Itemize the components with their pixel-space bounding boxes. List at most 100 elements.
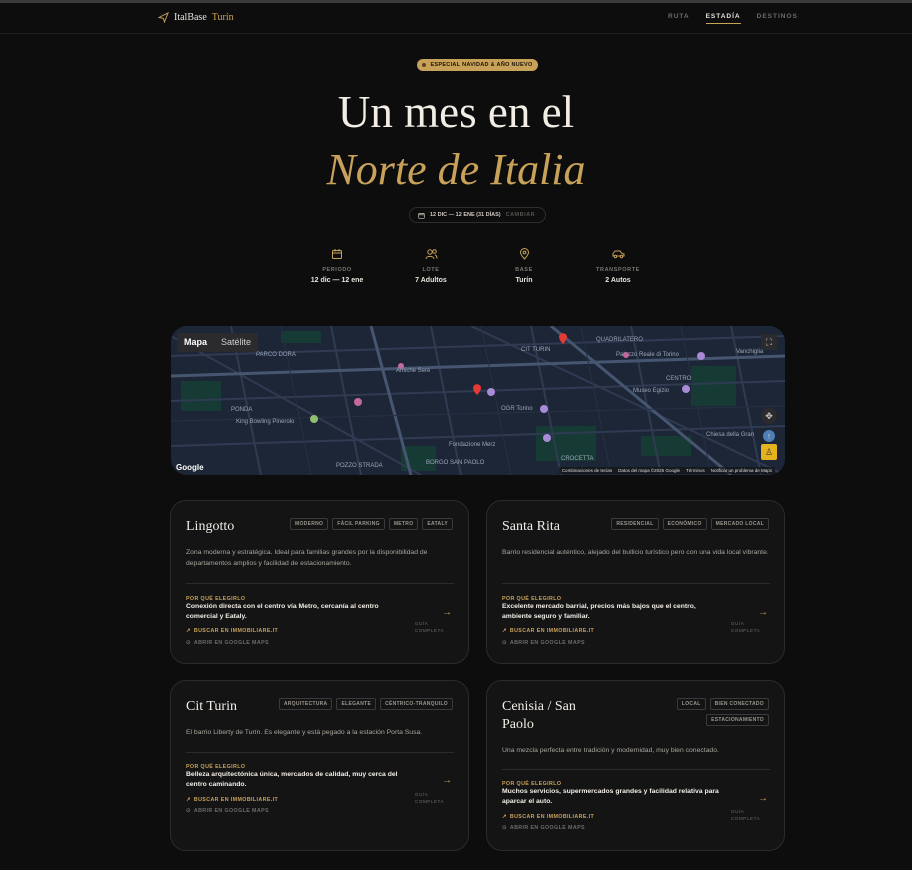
tag: LOCAL: [676, 698, 706, 710]
map-type-satellite[interactable]: Satélite: [214, 333, 258, 352]
tag: METRO: [388, 518, 419, 530]
date-range-text: 12 DIC — 12 ENE (31 DÍAS): [430, 212, 501, 218]
card-description: Una mezcla perfecta entre tradición y mo…: [502, 747, 719, 754]
neighborhood-card-santa-rita[interactable]: Santa Rita RESIDENCIAL ECONÓMICO MERCADO…: [486, 500, 785, 664]
open-google-maps-link[interactable]: ⊙ ABRIR EN GOOGLE MAPS: [186, 808, 269, 814]
svg-text:King Bowling Pinerolo: King Bowling Pinerolo: [236, 419, 295, 425]
link-label: BUSCAR EN IMMOBILIARE.IT: [509, 814, 595, 820]
car-icon: [612, 250, 624, 259]
card-tags: RESIDENCIAL ECONÓMICO MERCADO LOCAL: [599, 518, 769, 530]
link-label: ABRIR EN GOOGLE MAPS: [509, 640, 585, 646]
keyboard-shortcuts-link[interactable]: Combinaciones de teclas: [562, 468, 612, 473]
brand-name: ItalBase: [174, 12, 207, 23]
stat-base: BASE Turín: [484, 248, 564, 284]
svg-text:PONDA: PONDA: [231, 407, 252, 413]
tag: EATALY: [422, 518, 453, 530]
arrow-right-icon[interactable]: →: [758, 793, 768, 804]
stat-transporte: TRANSPORTE 2 Autos: [578, 248, 658, 284]
card-divider: [502, 769, 770, 770]
full-guide-link[interactable]: GUÍA COMPLETA: [415, 791, 455, 805]
report-problem-link[interactable]: Notificar un problema de Maps: [711, 468, 772, 473]
card-title: Cenisia / San Paolo: [502, 699, 576, 732]
stat-value: 12 dic — 12 ene: [310, 277, 364, 284]
open-google-maps-link[interactable]: ⊙ ABRIR EN GOOGLE MAPS: [502, 825, 585, 831]
neighborhood-card-cenisia-san-paolo[interactable]: Cenisia / San Paolo LOCAL BIEN CONECTADO…: [486, 680, 785, 851]
date-range-pill[interactable]: 12 DIC — 12 ENE (31 DÍAS) CAMBIAR: [409, 207, 546, 223]
stat-value: Turín: [515, 277, 533, 284]
tag: BIEN CONECTADO: [709, 698, 769, 710]
card-tags: ARQUITECTURA ELEGANTE CÉNTRICO-TRANQUILO: [263, 698, 453, 710]
svg-text:CROCETTA: CROCETTA: [561, 456, 594, 462]
pin-icon: ⊙: [186, 640, 191, 646]
tag: ECONÓMICO: [662, 518, 707, 530]
neighborhood-card-cit-turin[interactable]: Cit Turin ARQUITECTURA ELEGANTE CÉNTRICO…: [170, 680, 469, 851]
fullscreen-icon[interactable]: ⛶: [761, 334, 777, 350]
map-attribution: Combinaciones de teclas Datos del mapa ©…: [558, 467, 775, 474]
open-google-maps-link[interactable]: ⊙ ABRIR EN GOOGLE MAPS: [186, 640, 269, 646]
card-divider: [186, 583, 454, 584]
tag: ESTACIONAMIENTO: [706, 714, 769, 726]
badge-text: ESPECIAL NAVIDAD & AÑO NUEVO: [430, 62, 533, 68]
nav-link-destinos[interactable]: DESTINOS: [757, 13, 798, 24]
why-text: Conexión directa con el centro vía Metro…: [186, 603, 379, 620]
top-nav: ItalBase Turín RUTA ESTADÍA DESTINOS: [0, 3, 912, 34]
link-label: BUSCAR EN IMMOBILIARE.IT: [193, 628, 279, 634]
stat-value: 2 Autos: [605, 277, 631, 284]
why-text: Belleza arquitectónica única, mercados d…: [186, 771, 398, 788]
nav-link-ruta[interactable]: RUTA: [668, 13, 690, 24]
neighborhood-card-lingotto[interactable]: Lingotto MODERNO FÁCIL PARKING METRO EAT…: [170, 500, 469, 664]
tag: MERCADO LOCAL: [710, 518, 769, 530]
stat-lote: LOTE 7 Adultos: [391, 248, 471, 284]
card-divider: [502, 583, 770, 584]
arrow-right-icon[interactable]: →: [758, 607, 768, 618]
map-camera-control-icon[interactable]: ✥: [761, 408, 777, 424]
arrow-right-icon[interactable]: →: [442, 775, 452, 786]
nav-link-estadia[interactable]: ESTADÍA: [705, 13, 741, 24]
card-description: El barrio Liberty de Turín. Es elegante …: [186, 729, 423, 736]
search-immobiliare-link[interactable]: ↗ BUSCAR EN IMMOBILIARE.IT: [502, 814, 594, 820]
compass-icon[interactable]: ↑: [763, 430, 775, 442]
brand-city: Turín: [211, 12, 234, 23]
svg-text:POZZO STRADA: POZZO STRADA: [336, 463, 383, 469]
map-type-toggle: Mapa Satélite: [177, 333, 259, 352]
pegman-icon[interactable]: ♙: [761, 444, 777, 460]
change-dates-button[interactable]: CAMBIAR: [506, 212, 535, 218]
card-title: Cit Turin: [186, 699, 237, 714]
full-guide-link[interactable]: GUÍA COMPLETA: [415, 620, 455, 634]
terms-link[interactable]: Términos: [686, 468, 705, 473]
open-google-maps-link[interactable]: ⊙ ABRIR EN GOOGLE MAPS: [502, 640, 585, 646]
map-canvas[interactable]: PARCO DORACIT TURINQUADRILATEROPalazzo R…: [171, 326, 785, 475]
full-guide-link[interactable]: GUÍA COMPLETA: [731, 620, 771, 634]
pin-icon: ⊙: [502, 640, 507, 646]
stat-value: 7 Adultos: [415, 277, 447, 284]
search-immobiliare-link[interactable]: ↗ BUSCAR EN IMMOBILIARE.IT: [502, 628, 594, 634]
arrow-right-icon[interactable]: →: [442, 607, 452, 618]
stat-periodo: PERIODO 12 dic — 12 ene: [297, 248, 377, 284]
svg-text:Museo Egizio: Museo Egizio: [633, 388, 670, 394]
map-embed[interactable]: PARCO DORA CIT TURIN QUADRILATERO Palazzo R…: [171, 326, 785, 475]
external-link-icon: ↗: [186, 628, 191, 634]
svg-text:BORGO SAN PAOLO: BORGO SAN PAOLO: [426, 460, 485, 466]
google-logo: Google: [176, 463, 204, 472]
stat-label: BASE: [515, 267, 533, 273]
stat-label: PERIODO: [322, 267, 352, 273]
svg-text:OGR Torino: OGR Torino: [501, 406, 533, 412]
search-immobiliare-link[interactable]: ↗ BUSCAR EN IMMOBILIARE.IT: [186, 797, 278, 803]
brand-logo[interactable]: ItalBase Turín: [158, 12, 234, 23]
card-description: Zona moderna y estratégica. Ideal para f…: [186, 549, 428, 567]
link-label: BUSCAR EN IMMOBILIARE.IT: [193, 797, 279, 803]
card-divider: [186, 752, 454, 753]
svg-text:Fondazione Merz: Fondazione Merz: [449, 442, 495, 448]
why-text: Muchos servicios, supermercados grandes …: [502, 788, 719, 805]
link-label: ABRIR EN GOOGLE MAPS: [193, 640, 269, 646]
search-immobiliare-link[interactable]: ↗ BUSCAR EN IMMOBILIARE.IT: [186, 628, 278, 634]
link-label: ABRIR EN GOOGLE MAPS: [193, 808, 269, 814]
svg-text:CIT TURIN: CIT TURIN: [521, 347, 550, 353]
tag: FÁCIL PARKING: [332, 518, 385, 530]
full-guide-link[interactable]: GUÍA COMPLETA: [731, 808, 771, 822]
map-type-map[interactable]: Mapa: [177, 333, 214, 352]
stat-label: LOTE: [422, 267, 440, 273]
map-pin-icon: [519, 248, 529, 260]
link-label: BUSCAR EN IMMOBILIARE.IT: [509, 628, 595, 634]
tag: ELEGANTE: [336, 698, 377, 710]
